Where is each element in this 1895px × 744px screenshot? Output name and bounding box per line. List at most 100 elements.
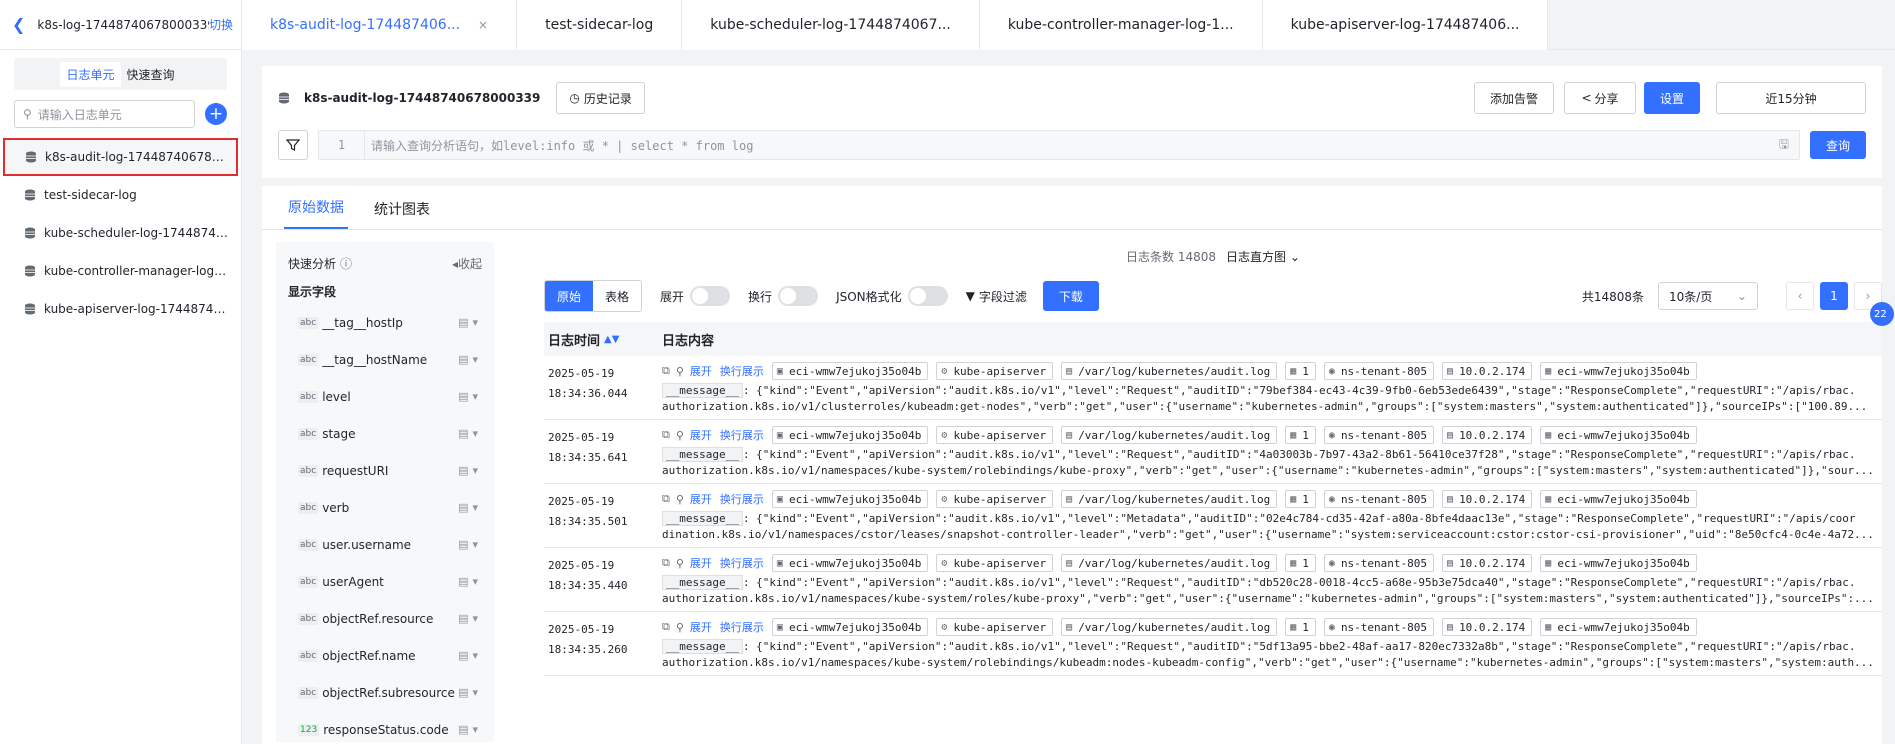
field-item[interactable]: 123 responseStatus.code ▤▾ [276, 711, 494, 744]
log-tag[interactable]: ▦ 1 [1285, 554, 1316, 572]
field-actions[interactable]: ▤▾ [458, 501, 482, 514]
sidebar-unit-item[interactable]: kube-controller-manager-log-174... [0, 252, 241, 290]
caret-down-icon[interactable]: ▾ [472, 316, 482, 329]
log-tag[interactable]: ◉ ns-tenant-805 [1323, 490, 1435, 508]
switch-project-link[interactable]: 切换 [209, 16, 233, 33]
search-icon[interactable]: ⚲ [676, 621, 684, 634]
view-raw-button[interactable]: 原始 [545, 281, 594, 311]
chart-icon[interactable]: ▤ [458, 612, 472, 625]
field-actions[interactable]: ▤▾ [458, 427, 482, 440]
row-wrap-link[interactable]: 换行展示 [720, 427, 764, 443]
field-actions[interactable]: ▤▾ [458, 649, 482, 662]
tab-raw-data[interactable]: 原始数据 [284, 197, 348, 229]
field-actions[interactable]: ▤▾ [458, 390, 482, 403]
caret-down-icon[interactable]: ▾ [472, 612, 482, 625]
save-icon[interactable]: 🖫 [1779, 135, 1789, 156]
field-item[interactable]: abc stage ▤▾ [276, 415, 494, 452]
chart-icon[interactable]: ▤ [458, 649, 472, 662]
chart-icon[interactable]: ▤ [458, 686, 472, 699]
collapse-button[interactable]: ◂收起 [452, 255, 482, 272]
share-button[interactable]: < 分享 [1564, 82, 1636, 114]
log-tag[interactable]: ◉ ns-tenant-805 [1323, 554, 1435, 572]
row-expand-link[interactable]: 展开 [690, 619, 712, 635]
copy-icon[interactable]: ⧉ [662, 428, 670, 442]
field-item[interactable]: abc level ▤▾ [276, 378, 494, 415]
field-item[interactable]: abc requestURI ▤▾ [276, 452, 494, 489]
caret-down-icon[interactable]: ▾ [472, 390, 482, 403]
field-actions[interactable]: ▤▾ [458, 353, 482, 366]
history-button[interactable]: ◷ 历史记录 [556, 82, 645, 114]
log-tag[interactable]: ▤ /var/log/kubernetes/audit.log [1061, 554, 1278, 572]
chart-icon[interactable]: ▤ [458, 575, 472, 588]
download-button[interactable]: 下载 [1042, 281, 1099, 311]
chart-icon[interactable]: ▤ [458, 427, 472, 440]
row-wrap-link[interactable]: 换行展示 [720, 619, 764, 635]
log-tag[interactable]: ▣ eci-wmw7ejukoj35o04b [771, 490, 929, 508]
log-tag[interactable]: ▣ eci-wmw7ejukoj35o04b [771, 362, 929, 380]
log-tag[interactable]: ▤ /var/log/kubernetes/audit.log [1061, 426, 1278, 444]
field-item[interactable]: abc verb ▤▾ [276, 489, 494, 526]
histogram-toggle[interactable]: 日志直方图 ⌄ [1226, 248, 1300, 265]
field-item[interactable]: abc objectRef.subresource ▤▾ [276, 674, 494, 711]
chart-icon[interactable]: ▤ [458, 723, 472, 736]
row-expand-link[interactable]: 展开 [690, 427, 712, 443]
chart-icon[interactable]: ▤ [458, 501, 472, 514]
field-actions[interactable]: ▤▾ [458, 538, 482, 551]
caret-down-icon[interactable]: ▾ [472, 501, 482, 514]
field-actions[interactable]: ▤▾ [458, 575, 482, 588]
top-tab[interactable]: kube-controller-manager-log-1... [979, 0, 1263, 50]
log-tag[interactable]: ▤ /var/log/kubernetes/audit.log [1061, 490, 1278, 508]
search-icon[interactable]: ⚲ [676, 557, 684, 570]
caret-down-icon[interactable]: ▾ [472, 649, 482, 662]
row-wrap-link[interactable]: 换行展示 [720, 491, 764, 507]
sidebar-unit-item[interactable]: test-sidecar-log [0, 176, 241, 214]
search-icon[interactable]: ⚲ [676, 493, 684, 506]
chart-icon[interactable]: ▤ [458, 390, 472, 403]
page-1-button[interactable]: 1 [1820, 282, 1848, 310]
field-item[interactable]: abc userAgent ▤▾ [276, 563, 494, 600]
log-tag[interactable]: ⚙ kube-apiserver [936, 618, 1054, 636]
log-tag[interactable]: ▤ 10.0.2.174 [1442, 490, 1533, 508]
field-actions[interactable]: ▤▾ [458, 464, 482, 477]
chart-icon[interactable]: ▤ [458, 353, 472, 366]
copy-icon[interactable]: ⧉ [662, 620, 670, 634]
caret-down-icon[interactable]: ▾ [472, 464, 482, 477]
log-tag[interactable]: ▦ 1 [1285, 618, 1316, 636]
sidebar-unit-item[interactable]: kube-scheduler-log-1744874067... [0, 214, 241, 252]
sort-icon[interactable]: ▲▼ [604, 334, 619, 345]
page-size-select[interactable]: 10条/页 ⌄ [1658, 282, 1758, 310]
log-tag[interactable]: ▣ eci-wmw7ejukoj35o04b [771, 618, 929, 636]
field-actions[interactable]: ▤▾ [458, 316, 482, 329]
expand-switch[interactable] [690, 286, 731, 306]
sidebar-unit-item[interactable]: k8s-audit-log-17448740678000339 [3, 138, 238, 176]
log-tag[interactable]: ▤ 10.0.2.174 [1442, 426, 1533, 444]
log-tag[interactable]: ⚙ kube-apiserver [936, 490, 1054, 508]
settings-button[interactable]: 设置 [1644, 82, 1700, 114]
log-tag[interactable]: ⚙ kube-apiserver [936, 554, 1054, 572]
chart-icon[interactable]: ▤ [458, 464, 472, 477]
log-tag[interactable]: ◉ ns-tenant-805 [1323, 426, 1435, 444]
unit-search-input[interactable]: ⚲ 请输入日志单元 [14, 100, 195, 128]
add-unit-button[interactable]: + [205, 103, 227, 125]
chevron-left-icon[interactable]: ❮ [12, 15, 25, 34]
field-actions[interactable]: ▤▾ [458, 612, 482, 625]
search-icon[interactable]: ⚲ [676, 365, 684, 378]
field-actions[interactable]: ▤▾ [458, 723, 482, 736]
field-item[interactable]: abc user.username ▤▾ [276, 526, 494, 563]
field-filter-button[interactable]: ▼ 字段过滤 [966, 288, 1027, 305]
log-tag[interactable]: ▦ eci-wmw7ejukoj35o04b [1540, 490, 1697, 508]
segment-log-units[interactable]: 日志单元 [60, 61, 121, 87]
chart-icon[interactable]: ▤ [458, 316, 472, 329]
field-item[interactable]: abc __tag__hostName ▤▾ [276, 341, 494, 378]
caret-down-icon[interactable]: ▾ [472, 353, 482, 366]
log-tag[interactable]: ⚙ kube-apiserver [936, 426, 1054, 444]
log-tag[interactable]: ▤ /var/log/kubernetes/audit.log [1061, 362, 1278, 380]
close-icon[interactable]: × [478, 18, 488, 32]
row-expand-link[interactable]: 展开 [690, 363, 712, 379]
log-tag[interactable]: ▦ 1 [1285, 362, 1316, 380]
field-item[interactable]: abc __tag__hostIp ▤▾ [276, 304, 494, 341]
log-tag[interactable]: ⚙ kube-apiserver [936, 362, 1054, 380]
search-button[interactable]: 查询 [1810, 131, 1866, 159]
view-table-button[interactable]: 表格 [593, 281, 641, 311]
row-expand-link[interactable]: 展开 [690, 491, 712, 507]
